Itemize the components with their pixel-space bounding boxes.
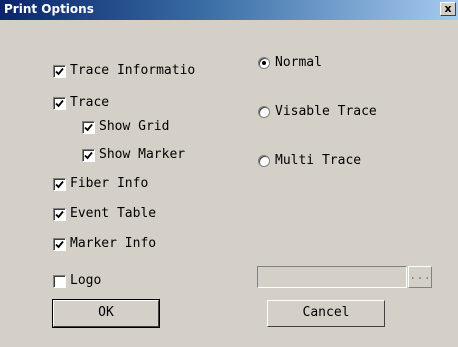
check-mark-icon	[55, 180, 64, 189]
show-grid-checkbox[interactable]	[82, 121, 95, 134]
check-mark-icon	[55, 67, 64, 76]
logo-checkbox[interactable]	[53, 275, 66, 288]
trace-information-checkbox[interactable]	[53, 65, 66, 78]
ok-button[interactable]: OK	[52, 299, 160, 328]
dialog-title: Print Options	[4, 2, 94, 16]
fiber-info-label: Fiber Info	[70, 176, 149, 191]
trace-information-label: Trace Informatio	[70, 63, 196, 78]
marker-info-checkbox[interactable]	[53, 238, 66, 251]
visable-trace-label: Visable Trace	[275, 104, 377, 119]
marker-info-label: Marker Info	[70, 236, 157, 251]
title-bar[interactable]: Print Options x	[0, 0, 458, 20]
cancel-button[interactable]: Cancel	[267, 300, 385, 327]
show-marker-label: Show Marker	[99, 147, 186, 162]
browse-button[interactable]: ...	[408, 266, 432, 288]
show-marker-checkbox[interactable]	[82, 149, 95, 162]
radio-selected-dot	[262, 61, 266, 65]
check-mark-icon	[55, 210, 64, 219]
check-mark-icon	[84, 151, 93, 160]
show-grid-label: Show Grid	[99, 119, 170, 134]
check-mark-icon	[55, 99, 64, 108]
close-button[interactable]: x	[440, 2, 456, 16]
fiber-info-checkbox[interactable]	[53, 178, 66, 191]
check-mark-icon	[55, 240, 64, 249]
normal-radio[interactable]	[258, 57, 270, 69]
multi-trace-radio[interactable]	[258, 155, 270, 167]
check-mark-icon	[84, 123, 93, 132]
event-table-label: Event Table	[70, 206, 157, 221]
print-options-dialog: Print Options x Trace Informatio Trace S…	[0, 0, 458, 347]
visable-trace-radio[interactable]	[258, 106, 270, 118]
logo-label: Logo	[70, 273, 102, 288]
logo-path-field[interactable]	[257, 266, 407, 288]
event-table-checkbox[interactable]	[53, 208, 66, 221]
trace-label: Trace	[70, 95, 110, 110]
trace-checkbox[interactable]	[53, 97, 66, 110]
multi-trace-label: Multi Trace	[275, 153, 362, 168]
normal-label: Normal	[275, 55, 322, 70]
